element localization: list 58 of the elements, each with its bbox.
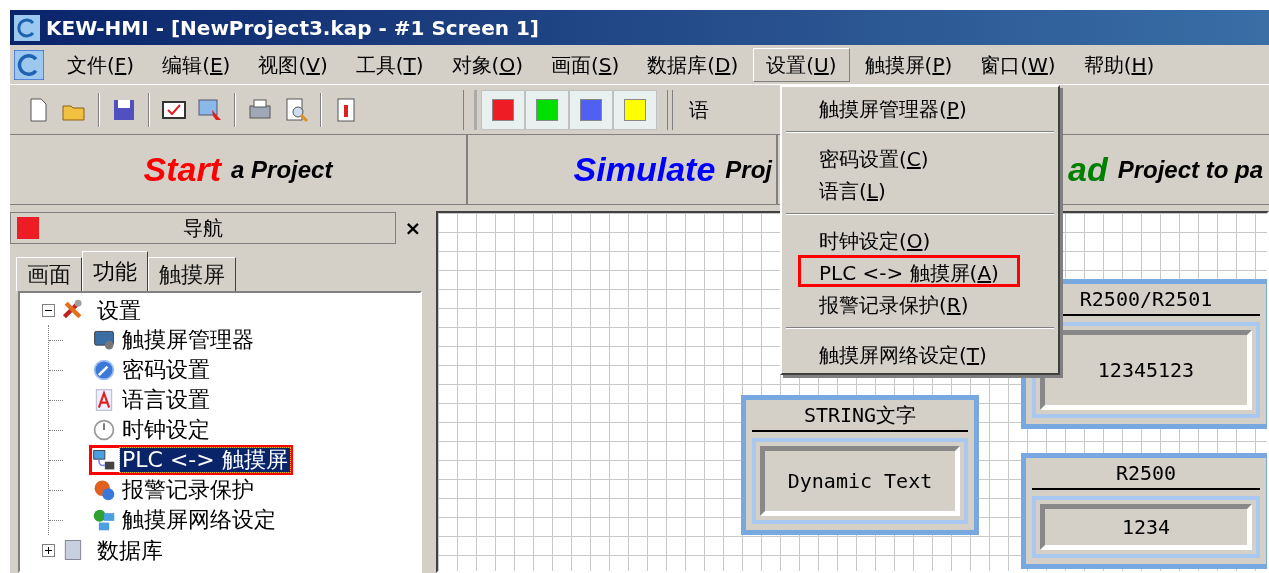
- widget-value: 1234: [1040, 504, 1252, 550]
- language-label: 语: [689, 96, 709, 124]
- clock-icon: [92, 418, 116, 442]
- color-button[interactable]: [613, 89, 657, 130]
- tree-item[interactable]: 数据库: [97, 533, 163, 567]
- tree-item[interactable]: 触摸屏网络设定: [120, 508, 278, 532]
- menu-item[interactable]: 触摸屏(P): [851, 47, 966, 82]
- menu-item[interactable]: 工具(T): [342, 47, 437, 82]
- banner-keyword[interactable]: Simulate: [573, 144, 716, 195]
- display-widget[interactable]: R2500 1234: [1021, 453, 1267, 569]
- app-logo-icon: [14, 14, 40, 41]
- tree-item[interactable]: 设置: [97, 293, 141, 327]
- expander-icon[interactable]: [42, 303, 55, 317]
- menu-option[interactable]: 语言(L): [798, 173, 907, 205]
- tree-item[interactable]: 密码设置: [120, 358, 212, 382]
- banner-caption: a Project: [231, 154, 333, 185]
- menu-item[interactable]: 文件(F): [54, 47, 148, 82]
- tree-item[interactable]: 报警记录保护: [120, 478, 256, 502]
- widget-value: Dynamic Text: [760, 446, 960, 516]
- banner-caption: Proj: [725, 154, 772, 185]
- close-button[interactable]: ×: [396, 213, 430, 243]
- menu-option[interactable]: 时钟设定(O): [798, 223, 952, 255]
- display-widget[interactable]: STRING文字 Dynamic Text: [741, 395, 979, 535]
- tab[interactable]: 触摸屏: [148, 257, 236, 291]
- widget-value: 12345123: [1040, 330, 1252, 410]
- window-title: KEW-HMI - [NewProject3.kap - #1 Screen 1]: [46, 14, 539, 42]
- navigator-color-icon: [17, 217, 39, 239]
- menu-item[interactable]: 窗口(W): [967, 47, 1069, 82]
- tab[interactable]: 功能: [82, 251, 148, 291]
- color-button[interactable]: [481, 89, 525, 130]
- menu-item[interactable]: 帮助(H): [1070, 47, 1168, 82]
- menu-item[interactable]: 设置(U): [753, 47, 850, 82]
- menu-item[interactable]: 数据库(D): [634, 47, 752, 82]
- menu-option[interactable]: 密码设置(C): [798, 141, 950, 173]
- network-icon: [92, 508, 116, 532]
- menu-item[interactable]: 编辑(E): [149, 47, 244, 82]
- color-button[interactable]: [525, 89, 569, 130]
- monitor-icon: [92, 328, 116, 352]
- menu-item[interactable]: 画面(S): [537, 47, 633, 82]
- menu-option[interactable]: 报警记录保护(R): [798, 287, 990, 319]
- widget-title: STRING文字: [752, 400, 968, 432]
- tree-item[interactable]: 时钟设定: [120, 418, 212, 442]
- menu-option[interactable]: 触摸屏网络设定(T): [798, 337, 1008, 369]
- tree-item[interactable]: PLC <-> 触摸屏: [120, 448, 290, 472]
- menu-option[interactable]: 触摸屏管理器(P): [798, 91, 988, 123]
- tree-item[interactable]: 触摸屏管理器: [120, 328, 256, 352]
- tab[interactable]: 画面: [16, 257, 82, 291]
- computer-link-icon: [92, 448, 116, 472]
- menu-item[interactable]: 视图(V): [245, 47, 341, 82]
- tree-item[interactable]: 语言设置: [120, 388, 212, 412]
- color-button[interactable]: [569, 89, 613, 130]
- menu-option[interactable]: PLC <-> 触摸屏(A): [798, 255, 1020, 287]
- app-logo-icon: [14, 49, 44, 80]
- menu-item[interactable]: 对象(O): [438, 47, 536, 82]
- widget-title: R2500: [1032, 458, 1260, 490]
- banner-caption: Project to pa: [1117, 154, 1264, 185]
- expander-icon[interactable]: [42, 543, 55, 557]
- navigator-title: 导航: [182, 215, 224, 242]
